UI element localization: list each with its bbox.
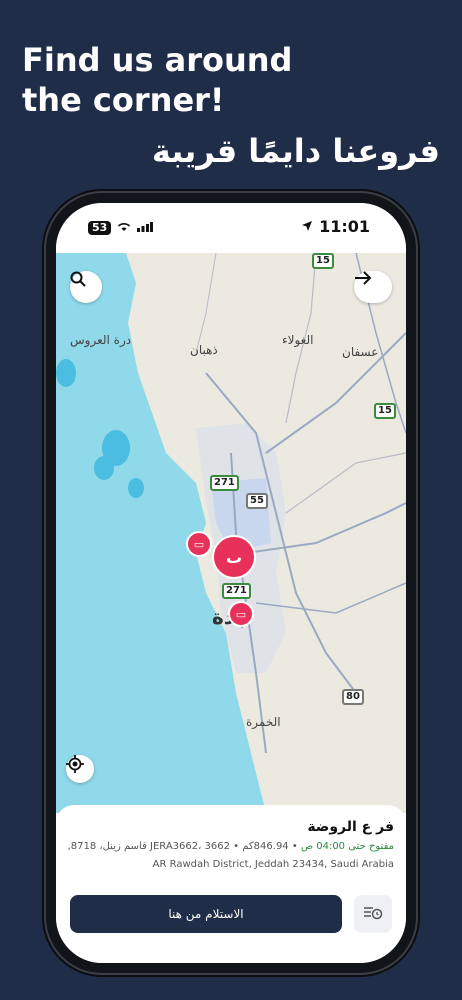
branch-card: فر ع الروضة مفتوح حتى 04:00 ص • 846.94كم… [56,805,406,963]
branch-name: فر ع الروضة [307,819,394,835]
map-label-alkhumra: الخمرة [246,715,281,729]
map-label-dhahban: ذهبان [190,343,218,357]
locate-me-button[interactable] [66,755,94,783]
branch-meta: مفتوح حتى 04:00 ص • 846.94كم • 3662 ،JER… [68,841,394,852]
headline-line-1: Find us around [22,41,293,79]
wifi-icon [117,221,131,235]
list-clock-icon [363,904,383,924]
battery-icon: 53 [88,221,112,235]
headline-arabic: فروعنا دايمًا قريبة [151,132,440,170]
search-button[interactable] [70,271,102,303]
road-shield-15-right: 15 [374,403,396,419]
road-shield-80: 80 [342,689,364,705]
phone-frame: 53 11:01 درة العروس ذهبان الغولاء عسفان … [46,193,416,973]
branch-distance-address: 846.94كم • 3662 ،JERA3662 قاسم زينل، 871… [67,841,289,852]
meta-separator: • [288,841,298,852]
map-label-alghawla: الغولاء [282,333,314,347]
branch-open-hours: مفتوح حتى 04:00 ص [300,841,394,852]
headline-line-2: the corner! [22,81,225,119]
headline: Find us around the corner! [22,40,292,120]
branch-pin-west[interactable]: ▭ [186,531,212,557]
map[interactable]: درة العروس ذهبان الغولاء عسفان جدة الخمر… [56,253,406,813]
road-shield-55: 55 [246,493,268,509]
forward-button[interactable] [354,271,392,303]
location-arrow-icon [301,217,313,236]
status-bar: 53 11:01 [56,203,406,253]
pickup-here-button[interactable]: الاستلام من هنا [70,895,342,933]
road-shield-271-north: 271 [210,475,239,491]
status-time: 11:01 [319,217,370,236]
map-label-durrat-alarus: درة العروس [70,333,132,347]
map-label-usfan: عسفان [342,345,379,359]
branch-pin-selected[interactable]: ٮ [212,535,256,579]
branch-list-button[interactable] [354,895,392,933]
road-shield-271-south: 271 [222,583,251,599]
branch-address: AR Rawdah District, Jeddah 23434, Saudi … [152,859,394,870]
road-shield-15-top: 15 [312,253,334,269]
signal-icon [137,221,154,235]
branch-pin-south[interactable]: ▭ [228,601,254,627]
phone-screen: 53 11:01 درة العروس ذهبان الغولاء عسفان … [56,203,406,963]
